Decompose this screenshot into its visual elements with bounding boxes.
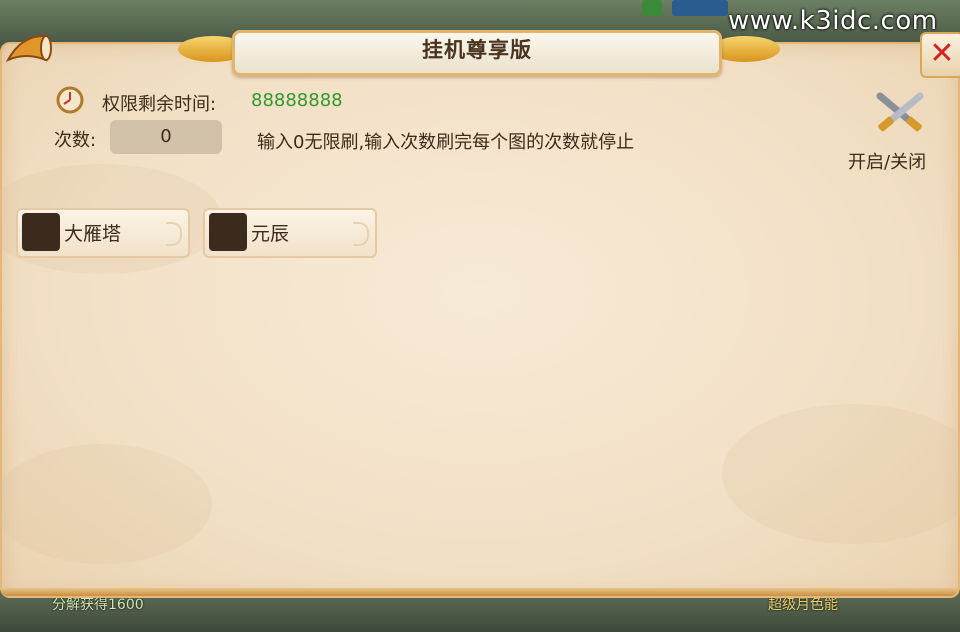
clock-icon bbox=[56, 86, 84, 114]
panel-edge bbox=[0, 588, 958, 596]
scroll-ornament bbox=[353, 222, 369, 246]
count-input[interactable]: 0 bbox=[110, 120, 222, 154]
watermark: www.k3idc.com bbox=[728, 6, 938, 36]
panel-title: 挂机尊享版 bbox=[422, 38, 532, 62]
decor-cloud bbox=[722, 404, 960, 544]
map-checkbox[interactable] bbox=[22, 213, 60, 251]
map-button-dayanta[interactable]: 大雁塔 bbox=[16, 208, 190, 258]
map-label: 元辰 bbox=[251, 223, 290, 245]
map-checkbox[interactable] bbox=[209, 213, 247, 251]
hud-icon bbox=[642, 0, 662, 16]
close-button[interactable]: ✕ bbox=[920, 32, 960, 78]
time-value: 88888888 bbox=[251, 90, 343, 111]
hud-bar bbox=[672, 0, 728, 16]
horn-icon bbox=[5, 34, 52, 63]
toggle-label[interactable]: 开启/关闭 bbox=[848, 148, 926, 174]
map-button-yuanchen[interactable]: 元辰 bbox=[203, 208, 377, 258]
close-icon: ✕ bbox=[929, 36, 955, 71]
scroll-ornament bbox=[166, 222, 182, 246]
crossed-swords-icon[interactable] bbox=[872, 88, 928, 136]
map-label: 大雁塔 bbox=[64, 223, 122, 245]
count-hint: 输入0无限刷,输入次数刷完每个图的次数就停止 bbox=[257, 132, 635, 153]
decor-cloud bbox=[0, 444, 212, 564]
count-label: 次数: bbox=[54, 130, 97, 151]
time-label: 权限剩余时间: bbox=[102, 94, 217, 115]
